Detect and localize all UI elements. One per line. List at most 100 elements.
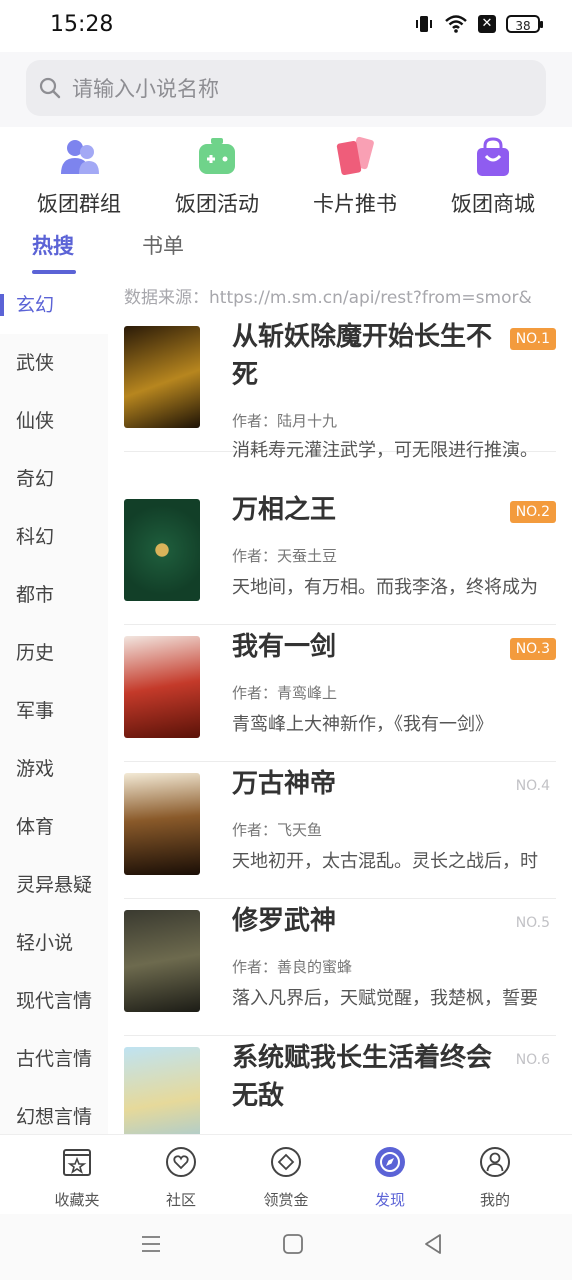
rank-badge: NO.4 bbox=[515, 778, 550, 794]
tab-booklist[interactable]: 书单 bbox=[142, 230, 184, 260]
book-title: 万古神帝 bbox=[232, 769, 337, 799]
group-users-icon bbox=[61, 140, 99, 174]
quick-action-activity[interactable]: 饭团活动 bbox=[162, 128, 272, 218]
category-item[interactable]: 游戏 bbox=[0, 740, 108, 798]
book-item[interactable]: 从斩妖除魔开始长生不死 NO.1 作者：陆月十九 消耗寿元灌注武学，可无限进行推… bbox=[124, 314, 556, 461]
nav-bounty[interactable]: 领赏金 bbox=[241, 1145, 331, 1210]
search-placeholder: 请输入小说名称 bbox=[72, 77, 219, 101]
tab-indicator bbox=[32, 270, 76, 274]
book-author: 作者：飞天鱼 bbox=[232, 821, 323, 839]
book-title: 万相之王 bbox=[232, 495, 337, 525]
category-item[interactable]: 仙侠 bbox=[0, 392, 108, 450]
no-sim-icon: ✕ bbox=[478, 15, 496, 33]
nav-profile[interactable]: 我的 bbox=[450, 1145, 540, 1210]
category-item[interactable]: 轻小说 bbox=[0, 914, 108, 972]
category-item[interactable]: 武侠 bbox=[0, 334, 108, 392]
book-item[interactable]: 万古神帝 NO.4 作者：飞天鱼 天地初开，太古混乱。灵长之战后，时 bbox=[124, 761, 556, 899]
battery-icon: 38 bbox=[506, 15, 543, 33]
bookshelf-star-icon bbox=[63, 1149, 91, 1176]
book-desc: 天地间，有万相。而我李洛，终将成为 bbox=[232, 577, 538, 598]
category-item[interactable]: 体育 bbox=[0, 798, 108, 856]
nav-label: 收藏夹 bbox=[54, 1191, 100, 1209]
user-icon bbox=[480, 1147, 510, 1177]
status-bar: 15:28 ✕ 38 bbox=[0, 0, 572, 52]
search-area: 请输入小说名称 bbox=[0, 52, 572, 127]
tab-hot-search[interactable]: 热搜 bbox=[32, 230, 74, 260]
category-item[interactable]: 历史 bbox=[0, 624, 108, 682]
book-title: 系统赋我长生活着终会无敌 bbox=[232, 1043, 493, 1111]
status-time: 15:28 bbox=[50, 12, 114, 37]
rank-badge: NO.1 bbox=[509, 328, 556, 350]
system-nav-bar bbox=[0, 1214, 572, 1280]
book-desc: 落入凡界后，天赋觉醒，我楚枫，誓要 bbox=[232, 988, 538, 1009]
book-author: 作者：陆月十九 bbox=[232, 412, 338, 430]
nav-discover[interactable]: 发现 bbox=[345, 1145, 435, 1210]
shopping-bag-icon bbox=[477, 137, 509, 176]
nav-label: 我的 bbox=[479, 1191, 510, 1209]
book-desc: 消耗寿元灌注武学，可无限进行推演。 bbox=[232, 440, 538, 461]
menu-icon[interactable] bbox=[139, 1232, 163, 1256]
book-item[interactable]: 系统赋我长生活着终会无敌 NO.6 bbox=[124, 1035, 556, 1134]
back-icon[interactable] bbox=[421, 1232, 445, 1256]
quick-action-label: 卡片推书 bbox=[313, 192, 397, 216]
rank-badge: NO.2 bbox=[509, 501, 556, 523]
tab-bar: 热搜 书单 bbox=[0, 216, 572, 276]
status-icons: ✕ 38 bbox=[414, 14, 543, 34]
category-item[interactable]: 灵异悬疑 bbox=[0, 856, 108, 914]
quick-action-shop[interactable]: 饭团商城 bbox=[438, 128, 548, 218]
category-item[interactable]: 科幻 bbox=[0, 508, 108, 566]
book-title: 从斩妖除魔开始长生不死 bbox=[232, 322, 493, 390]
book-item[interactable]: 我有一剑 NO.3 作者：青鸾峰上 青鸾峰上大神新作，《我有一剑》 bbox=[124, 624, 556, 762]
book-desc: 天地初开，太古混乱。灵长之战后，时 bbox=[232, 851, 538, 872]
category-item[interactable]: 都市 bbox=[0, 566, 108, 624]
book-cover bbox=[124, 910, 200, 1012]
search-icon bbox=[39, 77, 61, 99]
category-item[interactable]: 玄幻 bbox=[0, 276, 108, 334]
quick-action-label: 饭团群组 bbox=[37, 192, 121, 216]
nav-label: 领赏金 bbox=[263, 1191, 309, 1209]
book-cover bbox=[124, 773, 200, 875]
compass-icon bbox=[375, 1147, 405, 1177]
nav-community[interactable]: 社区 bbox=[136, 1145, 226, 1210]
quick-actions: 饭团群组 饭团活动 卡片推书 饭团商城 bbox=[0, 128, 572, 216]
category-item[interactable]: 古代言情 bbox=[0, 1030, 108, 1088]
rank-badge: NO.3 bbox=[509, 638, 556, 660]
book-cover bbox=[124, 326, 200, 428]
data-source-note: 数据来源：https://m.sm.cn/api/rest?from=smor& bbox=[124, 288, 532, 308]
rank-badge: NO.5 bbox=[515, 915, 550, 931]
quick-action-group[interactable]: 饭团群组 bbox=[24, 128, 134, 218]
book-item[interactable]: 修罗武神 NO.5 作者：善良的蜜蜂 落入凡界后，天赋觉醒，我楚枫，誓要 bbox=[124, 898, 556, 1036]
nav-label: 发现 bbox=[374, 1191, 405, 1209]
bottom-nav: 收藏夹 社区 领赏金 发现 我的 bbox=[0, 1134, 572, 1215]
book-item[interactable]: 万相之王 NO.2 作者：天蚕土豆 天地间，有万相。而我李洛，终将成为 bbox=[124, 487, 556, 625]
quick-action-cards[interactable]: 卡片推书 bbox=[300, 128, 410, 218]
diamond-icon bbox=[271, 1147, 301, 1177]
book-title: 修罗武神 bbox=[232, 906, 337, 936]
book-author: 作者：天蚕土豆 bbox=[232, 547, 338, 565]
search-input[interactable]: 请输入小说名称 bbox=[26, 60, 546, 116]
cards-icon bbox=[336, 136, 374, 176]
category-item[interactable]: 现代言情 bbox=[0, 972, 108, 1030]
category-item[interactable]: 军事 bbox=[0, 682, 108, 740]
book-cover bbox=[124, 1047, 200, 1134]
category-sidebar: 玄幻 武侠 仙侠 奇幻 科幻 都市 历史 军事 游戏 体育 灵异悬疑 轻小说 现… bbox=[0, 276, 108, 1134]
category-item[interactable]: 幻想言情 bbox=[0, 1088, 108, 1134]
home-icon[interactable] bbox=[281, 1232, 305, 1256]
book-cover bbox=[124, 499, 200, 601]
vibrate-icon bbox=[416, 16, 432, 32]
wifi-icon bbox=[445, 15, 467, 33]
game-controller-icon bbox=[199, 138, 235, 174]
book-cover bbox=[124, 636, 200, 738]
book-title: 我有一剑 bbox=[232, 632, 337, 662]
book-author: 作者：善良的蜜蜂 bbox=[232, 958, 353, 976]
rank-badge: NO.6 bbox=[515, 1052, 550, 1068]
quick-action-label: 饭团活动 bbox=[175, 192, 259, 216]
category-item[interactable]: 奇幻 bbox=[0, 450, 108, 508]
nav-label: 社区 bbox=[165, 1191, 196, 1209]
heart-chat-icon bbox=[166, 1147, 196, 1177]
nav-favorites[interactable]: 收藏夹 bbox=[32, 1145, 122, 1210]
book-author: 作者：青鸾峰上 bbox=[232, 684, 338, 702]
book-list: 数据来源：https://m.sm.cn/api/rest?from=smor&… bbox=[108, 276, 572, 1134]
book-desc: 青鸾峰上大神新作，《我有一剑》 bbox=[232, 714, 493, 735]
quick-action-label: 饭团商城 bbox=[451, 192, 535, 216]
